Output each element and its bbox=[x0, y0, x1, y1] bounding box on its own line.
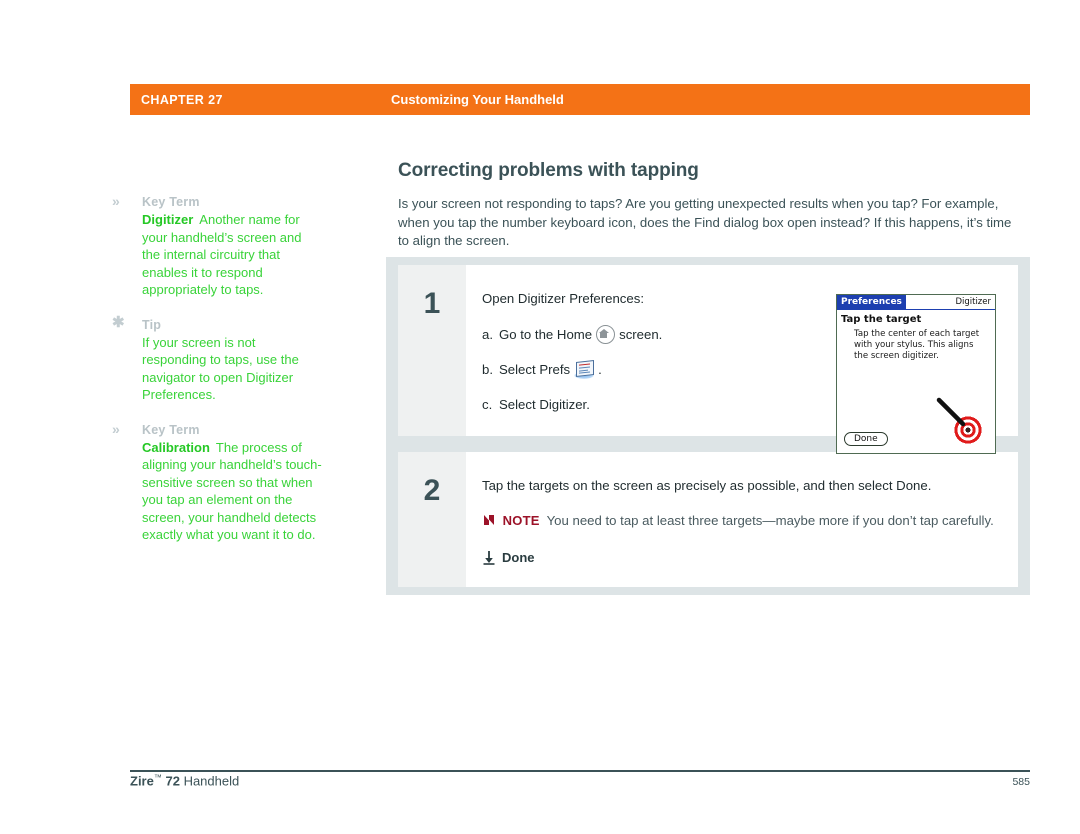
sidebar-term: Calibration bbox=[142, 439, 210, 455]
sidebar-block-label: Key Term bbox=[142, 195, 200, 209]
sidebar-block-key-term-calibration: » Key Term Calibration The process of ali… bbox=[112, 421, 327, 544]
pda-title-bar: Preferences Digitizer bbox=[837, 295, 995, 310]
done-label: Done bbox=[502, 550, 535, 565]
sidebar-block-key-term-digitizer: » Key Term Digitizer Another name for you… bbox=[112, 193, 327, 299]
chapter-title: Customizing Your Handheld bbox=[391, 92, 564, 107]
step-row: 1 Open Digitizer Preferences: a. Go to t… bbox=[398, 265, 1018, 454]
sidebar-block-text: Calibration The process of aligning your … bbox=[142, 439, 322, 544]
chapter-number: CHAPTER 27 bbox=[141, 92, 223, 107]
pda-done-button[interactable]: Done bbox=[844, 432, 888, 446]
step-content: Open Digitizer Preferences: a. Go to the… bbox=[466, 265, 1018, 454]
steps-container: 1 Open Digitizer Preferences: a. Go to t… bbox=[386, 257, 1030, 595]
pda-screenshot-illustration: Preferences Digitizer Tap the target Tap… bbox=[836, 294, 996, 454]
substep-letter: c. bbox=[482, 397, 493, 412]
download-arrow-icon bbox=[483, 551, 495, 565]
substep-text: Select Prefs bbox=[499, 362, 571, 377]
chevron-double-right-icon: » bbox=[112, 193, 120, 209]
footer-product-suffix: Handheld bbox=[183, 773, 240, 789]
asterisk-icon: ✱ bbox=[112, 313, 125, 331]
note-flag-icon bbox=[484, 515, 494, 525]
step-content: Tap the targets on the screen as precise… bbox=[466, 452, 1018, 587]
pda-app-tab: Preferences bbox=[837, 295, 906, 309]
intro-paragraph: Is your screen not responding to taps? A… bbox=[398, 196, 1012, 248]
sidebar-block-label: Tip bbox=[142, 317, 162, 332]
chapter-header-bar: CHAPTER 27 Customizing Your Handheld bbox=[130, 84, 1030, 115]
sidebar-definition: If your screen is not responding to taps… bbox=[142, 334, 299, 403]
substep-letter: b. bbox=[482, 362, 493, 377]
page-number: 585 bbox=[1012, 776, 1030, 789]
done-marker: Done bbox=[482, 550, 1000, 565]
page-footer: Zire™ 72 Handheld 585 bbox=[130, 773, 1030, 788]
step-intro-text: Tap the targets on the screen as precise… bbox=[482, 478, 932, 493]
step-row: 2 Tap the targets on the screen as preci… bbox=[398, 452, 1018, 587]
footer-product-name: Zire bbox=[130, 773, 154, 789]
step-number-cell: 1 bbox=[398, 265, 466, 436]
note-callout: NOTE You need to tap at least three targe… bbox=[482, 512, 1000, 530]
step-number-cell: 2 bbox=[398, 452, 466, 587]
footer-divider bbox=[130, 770, 1030, 772]
chevron-double-right-icon: » bbox=[112, 420, 120, 437]
pda-heading: Tap the target bbox=[841, 314, 922, 325]
page-title: Correcting problems with tapping bbox=[398, 160, 699, 181]
substep-letter: a. bbox=[482, 326, 493, 342]
substep-text-after: . bbox=[598, 362, 602, 377]
trademark-icon: ™ bbox=[153, 773, 162, 782]
sidebar-block-label: Key Term bbox=[142, 422, 200, 437]
note-text: You need to tap at least three targets—m… bbox=[546, 513, 994, 528]
pda-body-text: Tap the center of each target with your … bbox=[854, 329, 980, 361]
substep-text-after: screen. bbox=[619, 326, 663, 342]
sidebar-term: Digitizer bbox=[142, 212, 194, 227]
footer-product-model: 72 bbox=[165, 773, 180, 789]
main-content: Correcting problems with tapping Is your… bbox=[398, 160, 1030, 251]
note-label: NOTE bbox=[502, 513, 540, 528]
sidebar-block-text: Digitizer Another name for your handheld’… bbox=[142, 211, 322, 299]
substep-text: Select Digitizer. bbox=[499, 397, 590, 412]
calibration-target-icon bbox=[953, 415, 983, 445]
sidebar-block-text: If your screen is not responding to taps… bbox=[142, 334, 322, 404]
step-number: 1 bbox=[423, 287, 441, 320]
substep-text: Go to the Home bbox=[499, 326, 593, 342]
step-number: 2 bbox=[423, 474, 441, 507]
pda-mode-label: Digitizer bbox=[955, 297, 991, 307]
home-icon bbox=[596, 325, 616, 344]
footer-product: Zire™ 72 Handheld bbox=[130, 773, 239, 788]
sidebar-notes: » Key Term Digitizer Another name for you… bbox=[112, 193, 327, 561]
prefs-icon bbox=[573, 360, 595, 379]
sidebar-block-tip: ✱ Tip If your screen is not responding t… bbox=[112, 313, 327, 404]
